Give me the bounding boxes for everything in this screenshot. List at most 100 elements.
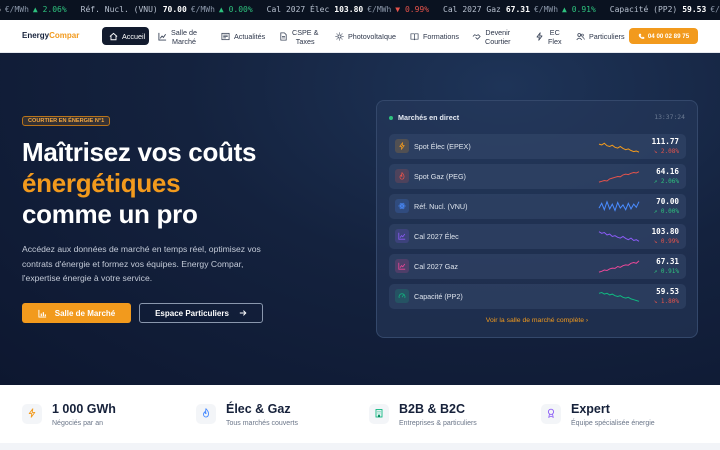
nav-item-label: Devenir Courtier xyxy=(485,27,511,46)
market-name: Spot Élec (EPEX) xyxy=(414,142,471,151)
stat-text: 1 000 GWh Négociés par an xyxy=(52,402,116,427)
ticker-item: Cal 2027 Élec 103.80 €/MWh ▼ 0.99% xyxy=(267,0,429,20)
nav-item-formations[interactable]: Formations xyxy=(409,20,459,53)
ticker-change: ▲ 2.06% xyxy=(33,0,67,20)
nav-item-devenir[interactable]: Devenir Courtier xyxy=(471,20,511,53)
ticker-arrow-icon: ▼ xyxy=(395,5,401,14)
logo[interactable]: EnergyCompar xyxy=(22,31,79,40)
stat-text: B2B & B2C Entreprises & particuliers xyxy=(399,402,477,427)
nav-item-particuliers[interactable]: Particuliers xyxy=(575,20,625,53)
nav-item-ec[interactable]: EC Flex xyxy=(534,20,562,53)
market-row[interactable]: Cal 2027 Gaz 67.31 ↗ 0.91% xyxy=(389,254,686,279)
stat-value: Élec & Gaz xyxy=(226,402,291,416)
market-row[interactable]: Spot Élec (EPEX) 111.77 ↘ 2.08% xyxy=(389,134,686,159)
ticker-arrow-icon: ▲ xyxy=(562,5,567,14)
phone-number: 04 00 02 89 75 xyxy=(647,32,690,40)
ticker-change-value: 0.99% xyxy=(404,5,430,14)
market-row[interactable]: Capacité (PP2) 59.53 ↘ 1.80% xyxy=(389,284,686,309)
ticker-item: Réf. Nucl. (VNU) 70.00 €/MWh ▲ 0.00% xyxy=(81,0,253,20)
market-value: 64.16 xyxy=(656,167,679,176)
market-room-button[interactable]: Salle de Marché xyxy=(22,303,131,323)
nav-item-label: EC Flex xyxy=(548,27,562,46)
sparkline-line xyxy=(598,142,640,153)
market-icon-box xyxy=(395,169,409,183)
news-icon xyxy=(220,32,230,42)
market-name: Spot Gaz (PEG) xyxy=(414,172,466,181)
market-room-label: Salle de Marché xyxy=(54,308,116,318)
ticker-value: 70.00 xyxy=(162,5,187,14)
panel-title: Marchés en direct xyxy=(398,113,460,122)
bolt-icon xyxy=(27,405,37,423)
ticker-value: 67.31 xyxy=(505,5,530,14)
market-change: ↘ 2.08% xyxy=(653,148,679,155)
gauge-icon xyxy=(398,287,406,305)
ticker-arrow-icon: ▲ xyxy=(32,5,38,14)
flame-icon xyxy=(201,405,211,423)
market-change: ↗ 0.91% xyxy=(653,268,679,275)
ticker-unit: €/MWh xyxy=(533,5,559,14)
stat-subtitle: Équipe spécialisée énergie xyxy=(571,420,655,427)
nav-item-label: Particuliers xyxy=(589,32,625,41)
ticker-arrow-icon: ▲ xyxy=(218,5,224,14)
hero-title-line3: comme un pro xyxy=(22,199,198,229)
market-icon-box xyxy=(395,289,409,303)
chart-icon xyxy=(398,257,406,275)
ticker-name: Réf. Nucl. (VNU) xyxy=(80,5,158,14)
particuliers-button[interactable]: Espace Particuliers xyxy=(139,303,263,323)
live-markets-panel: Marchés en direct 13:37:24 Spot Élec (EP… xyxy=(376,100,698,338)
market-value: 59.53 xyxy=(656,287,679,296)
nav-item-salle-de[interactable]: Salle de Marché xyxy=(157,20,197,53)
document-icon xyxy=(278,32,288,42)
market-row[interactable]: Réf. Nucl. (VNU) 70.00 ↗ 0.00% xyxy=(389,194,686,219)
building-icon xyxy=(374,405,384,423)
market-change: ↘ 1.80% xyxy=(653,298,679,305)
ticker-value: 6 xyxy=(0,0,1,20)
chart-icon xyxy=(398,227,406,245)
market-row[interactable]: Spot Gaz (PEG) 64.16 ↗ 2.06% xyxy=(389,164,686,189)
ticker-item: 6€/MWh▲ 2.06% xyxy=(0,0,67,20)
market-value: 70.00 xyxy=(656,197,679,206)
hero-section: COURTIER EN ÉNERGIE N°1 Maîtrisez vos co… xyxy=(0,53,720,385)
sparkline-line xyxy=(598,200,640,212)
nav-item-label: Salle de Marché xyxy=(171,27,197,46)
market-icon-box xyxy=(395,199,409,213)
ticker-unit: €/MWh xyxy=(190,5,215,14)
sparkline-line xyxy=(598,171,640,183)
particuliers-label: Espace Particuliers xyxy=(155,308,229,318)
market-row[interactable]: Cal 2027 Élec 103.80 ↘ 0.99% xyxy=(389,224,686,249)
ticker-value: 103.80 xyxy=(334,5,364,14)
nav-item-accueil[interactable]: Accueil xyxy=(102,27,149,45)
sparkline-line xyxy=(598,231,640,242)
section-divider xyxy=(0,443,720,450)
phone-button[interactable]: 04 00 02 89 75 xyxy=(629,28,698,44)
bolt-icon xyxy=(534,32,544,42)
home-icon xyxy=(108,31,118,41)
users-icon xyxy=(575,32,585,42)
ticker-change-value: 2.06% xyxy=(42,5,67,14)
bolt-icon xyxy=(398,137,406,155)
stat-value: 1 000 GWh xyxy=(52,402,116,416)
market-ticker: 6€/MWh▲ 2.06%Réf. Nucl. (VNU)70.00€/MWh▲… xyxy=(0,0,720,20)
arrow-right-icon xyxy=(239,309,247,317)
full-market-link[interactable]: Voir la salle de marché complète › xyxy=(377,317,697,324)
market-name: Capacité (PP2) xyxy=(414,292,463,301)
stat-item: Expert Équipe spécialisée énergie xyxy=(541,402,655,427)
stat-text: Expert Équipe spécialisée énergie xyxy=(571,402,655,427)
nav-item-cspe-[interactable]: CSPE & Taxes xyxy=(278,20,318,53)
stat-icon-box xyxy=(22,404,42,424)
sparkline-line xyxy=(598,291,640,302)
panel-clock: 13:37:24 xyxy=(654,113,685,121)
ticker-change-value: 0.91% xyxy=(571,5,596,14)
live-markets-title: Marchés en direct xyxy=(389,113,459,122)
nav-item-actualités[interactable]: Actualités xyxy=(220,20,265,53)
ticker-name: Cal 2027 Gaz xyxy=(443,5,501,14)
nav-item-label: Photovoltaïque xyxy=(348,32,396,41)
flame-icon xyxy=(398,167,406,185)
nav-item-photovoltaïque[interactable]: Photovoltaïque xyxy=(334,20,396,53)
stat-icon-box xyxy=(541,404,561,424)
stat-icon-box xyxy=(196,404,216,424)
stat-subtitle: Tous marchés couverts xyxy=(226,420,298,427)
market-sparkline xyxy=(598,260,640,273)
market-sparkline xyxy=(598,142,640,153)
market-change: ↗ 2.06% xyxy=(653,178,679,185)
